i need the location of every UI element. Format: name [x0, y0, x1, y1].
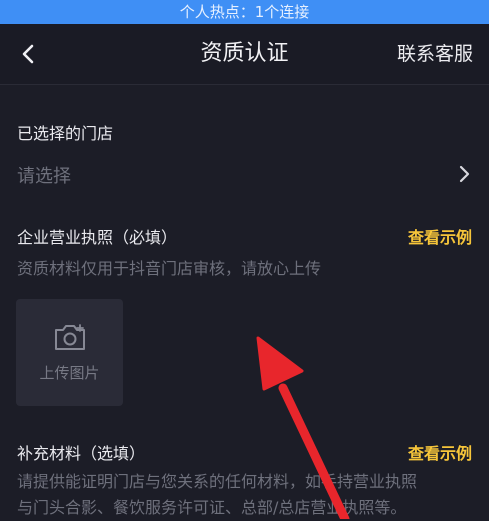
store-select-placeholder: 请选择 [17, 166, 71, 187]
selected-store-label: 已选择的门店 [17, 124, 114, 143]
hotspot-status-bar: 个人热点：1个连接 [0, 0, 489, 24]
license-example-link[interactable]: 查看示例 [408, 224, 472, 248]
navigation-bar: 资质认证 联系客服 [0, 24, 489, 85]
contact-support-button[interactable]: 联系客服 [397, 24, 473, 84]
supplement-example-link[interactable]: 查看示例 [408, 440, 472, 464]
supplement-hint-line-1: 请提供能证明门店与您关系的任何材料，如手持营业执照 [17, 472, 418, 491]
supplementary-materials-label: 补充材料（选填） [17, 444, 146, 463]
hotspot-status-text: 个人热点：1个连接 [179, 3, 310, 21]
back-arrow-icon [22, 44, 34, 64]
upload-image-button[interactable]: 上传图片 [16, 299, 123, 406]
supplement-hint-line-2: 与门头合影、餐饮服务许可证、总部/总店营业执照等。 [17, 498, 407, 517]
license-hint-text: 资质材料仅用于抖音门店审核，请放心上传 [17, 259, 322, 278]
upload-image-label: 上传图片 [39, 364, 100, 382]
business-license-label: 企业营业执照（必填） [17, 228, 178, 247]
store-select-row[interactable]: 请选择 [0, 152, 489, 198]
camera-icon [55, 324, 85, 350]
back-button[interactable] [10, 36, 46, 72]
chevron-right-icon [459, 165, 470, 183]
